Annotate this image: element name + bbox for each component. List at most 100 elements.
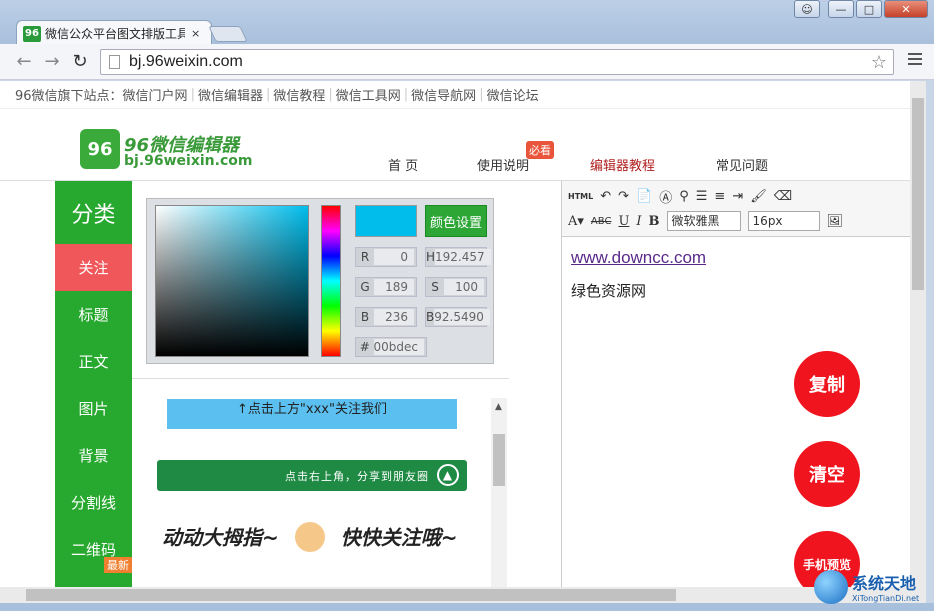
italic-icon[interactable]: I <box>636 214 641 229</box>
address-bar[interactable]: bj.96weixin.com ☆ <box>100 49 894 75</box>
color-gradient-area[interactable] <box>155 205 309 357</box>
nav-tutorial[interactable]: 编辑器教程 <box>590 155 655 174</box>
browser-tab[interactable]: 96 微信公众平台图文排版工具 × <box>16 20 212 46</box>
watermark-logo: 系统天地 XiTongTianDi.net <box>814 570 934 611</box>
field-hex[interactable]: #00bdec <box>355 337 427 357</box>
site-link[interactable]: 微信编辑器 <box>198 85 263 104</box>
editor-link-text[interactable]: www.downcc.com <box>571 248 706 268</box>
thumb-banner-left: 动动大拇指~ <box>162 525 279 550</box>
window-controls: ☺ — □ ✕ <box>794 0 928 18</box>
bold-icon[interactable]: B <box>649 214 660 229</box>
field-brightness[interactable]: B 92.5490 <box>425 307 490 327</box>
align-icon[interactable]: ≡ <box>714 189 725 204</box>
site-link[interactable]: 微信教程 <box>273 85 325 104</box>
page-horizontal-scrollbar[interactable] <box>0 587 926 603</box>
brush-icon[interactable]: 🖌 <box>750 189 767 204</box>
editor-toolbar-row2: A▾ ABC U I B 微软雅黑 16px 🖼 <box>568 211 843 231</box>
font-size-select[interactable]: 16px <box>747 211 820 231</box>
field-b[interactable]: B 236 <box>355 307 417 327</box>
thumb-banner-right: 快快关注哦~ <box>340 525 458 550</box>
editor-body-text: 绿色资源网 <box>571 282 647 300</box>
site-link[interactable]: 微信门户网 <box>123 85 188 104</box>
site-link[interactable]: 微信论坛 <box>487 85 539 104</box>
field-s[interactable]: S 100 <box>425 277 487 297</box>
nav-home[interactable]: 首 页 <box>388 155 418 174</box>
hue-slider[interactable] <box>321 205 341 357</box>
preview-scroll-thumb[interactable] <box>493 434 505 486</box>
paste-icon[interactable]: 📄 <box>636 189 652 204</box>
tab-close-icon[interactable]: × <box>191 27 200 40</box>
user-icon[interactable]: ☺ <box>794 0 820 18</box>
font-color-icon[interactable]: A▾ <box>568 214 584 229</box>
color-picker-panel: 颜色设置 R0 H 192.457 G 189 S 100 B 236 B 92.5490… <box>146 198 494 364</box>
page-horizontal-scroll-thumb[interactable] <box>26 589 676 601</box>
window-bottom-frame <box>0 603 934 611</box>
page-content: 96微信旗下站点： 微信门户网 | 微信编辑器 | 微信教程 | 微信工具网 | 微信导… <box>0 81 910 587</box>
nav-usage[interactable]: 使用说明 <box>477 155 529 174</box>
sidebar-item-divider[interactable]: 分割线 <box>55 479 132 526</box>
find-icon[interactable]: ⚲ <box>679 189 689 204</box>
reload-icon[interactable]: ↻ <box>66 51 94 72</box>
indent-icon[interactable]: ⇥ <box>732 189 743 204</box>
site-links-bar: 96微信旗下站点： 微信门户网 | 微信编辑器 | 微信教程 | 微信工具网 | 微信导… <box>0 81 910 109</box>
image-icon[interactable]: 🖼 <box>827 214 844 229</box>
watermark-title: 系统天地 <box>852 574 917 593</box>
sidebar-item-body[interactable]: 正文 <box>55 338 132 385</box>
minimize-button[interactable]: — <box>828 0 854 18</box>
site-header: 96 96微信编辑器 bj.96weixin.com 首 页 使用说明 必看 编… <box>0 109 910 181</box>
browser-menu-icon[interactable] <box>908 53 922 68</box>
sidebar-item-title[interactable]: 标题 <box>55 291 132 338</box>
undo-icon[interactable]: ↶ <box>600 189 611 204</box>
close-window-button[interactable]: ✕ <box>884 0 928 18</box>
browser-toolbar: ← → ↻ bj.96weixin.com ☆ <box>0 44 934 80</box>
follow-banner-blue[interactable]: ↑点击上方"xxx"关注我们 <box>167 399 457 429</box>
line-height-icon[interactable]: ☰ <box>696 189 708 204</box>
maximize-button[interactable]: □ <box>856 0 882 18</box>
page-vertical-scroll-thumb[interactable] <box>912 98 924 290</box>
site-links-prefix: 96微信旗下站点： <box>15 89 123 104</box>
strikethrough-icon[interactable]: ABC <box>591 216 612 227</box>
site-link[interactable]: 微信工具网 <box>336 85 401 104</box>
share-banner-green[interactable]: 点击右上角，分享到朋友圈 ▲ <box>157 460 467 491</box>
current-color-swatch <box>355 205 417 237</box>
new-tab-button[interactable] <box>208 26 248 42</box>
field-h[interactable]: H 192.457 <box>425 247 491 267</box>
page-vertical-scrollbar[interactable] <box>910 81 926 587</box>
nav-badge: 必看 <box>526 141 554 159</box>
nav-faq[interactable]: 常见问题 <box>716 155 768 174</box>
thumb-banner[interactable]: 动动大拇指~ 快快关注哦~ <box>162 519 457 559</box>
site-link[interactable]: 微信导航网 <box>411 85 476 104</box>
page-icon <box>109 55 120 69</box>
globe-icon <box>814 570 848 604</box>
logo-url: bj.96weixin.com <box>124 153 253 169</box>
sidebar-title: 分类 <box>71 202 116 228</box>
site-logo[interactable]: 96 <box>80 129 120 169</box>
field-g[interactable]: G 189 <box>355 277 417 297</box>
eraser-icon[interactable]: ⌫ <box>774 189 792 204</box>
template-preview: ↑点击上方"xxx"关注我们 点击右上角，分享到朋友圈 ▲ 动动大拇指~ 快快关… <box>132 378 509 587</box>
field-r[interactable]: R0 <box>355 247 417 267</box>
clear-button[interactable]: 清空 <box>794 441 860 507</box>
share-banner-text: 点击右上角，分享到朋友圈 <box>285 469 429 483</box>
category-sidebar: 分类 关注 标题 正文 图片 背景 分割线 二维码 最新 <box>55 181 132 587</box>
new-badge: 最新 <box>104 557 132 573</box>
forward-icon[interactable]: → <box>38 51 66 72</box>
sidebar-item-image[interactable]: 图片 <box>55 385 132 432</box>
copy-button[interactable]: 复制 <box>794 351 860 417</box>
sidebar-item-qrcode[interactable]: 二维码 最新 <box>55 526 132 573</box>
html-source-icon[interactable]: HTML <box>568 192 593 201</box>
sidebar-item-follow[interactable]: 关注 <box>55 244 132 291</box>
format-icon[interactable]: Ⓐ <box>659 187 672 206</box>
back-icon[interactable]: ← <box>10 51 38 72</box>
redo-icon[interactable]: ↷ <box>618 189 629 204</box>
scroll-up-icon[interactable]: ▲ <box>495 402 502 412</box>
preview-scrollbar[interactable]: ▲ <box>491 398 507 587</box>
font-family-select[interactable]: 微软雅黑 <box>666 211 741 231</box>
tab-title: 微信公众平台图文排版工具 <box>45 27 185 41</box>
cartoon-icon <box>285 519 334 559</box>
underline-icon[interactable]: U <box>618 214 629 229</box>
watermark-sub: XiTongTianDi.net <box>852 594 920 603</box>
bookmark-star-icon[interactable]: ☆ <box>871 52 887 73</box>
color-set-button[interactable]: 颜色设置 <box>425 205 487 237</box>
sidebar-item-background[interactable]: 背景 <box>55 432 132 479</box>
